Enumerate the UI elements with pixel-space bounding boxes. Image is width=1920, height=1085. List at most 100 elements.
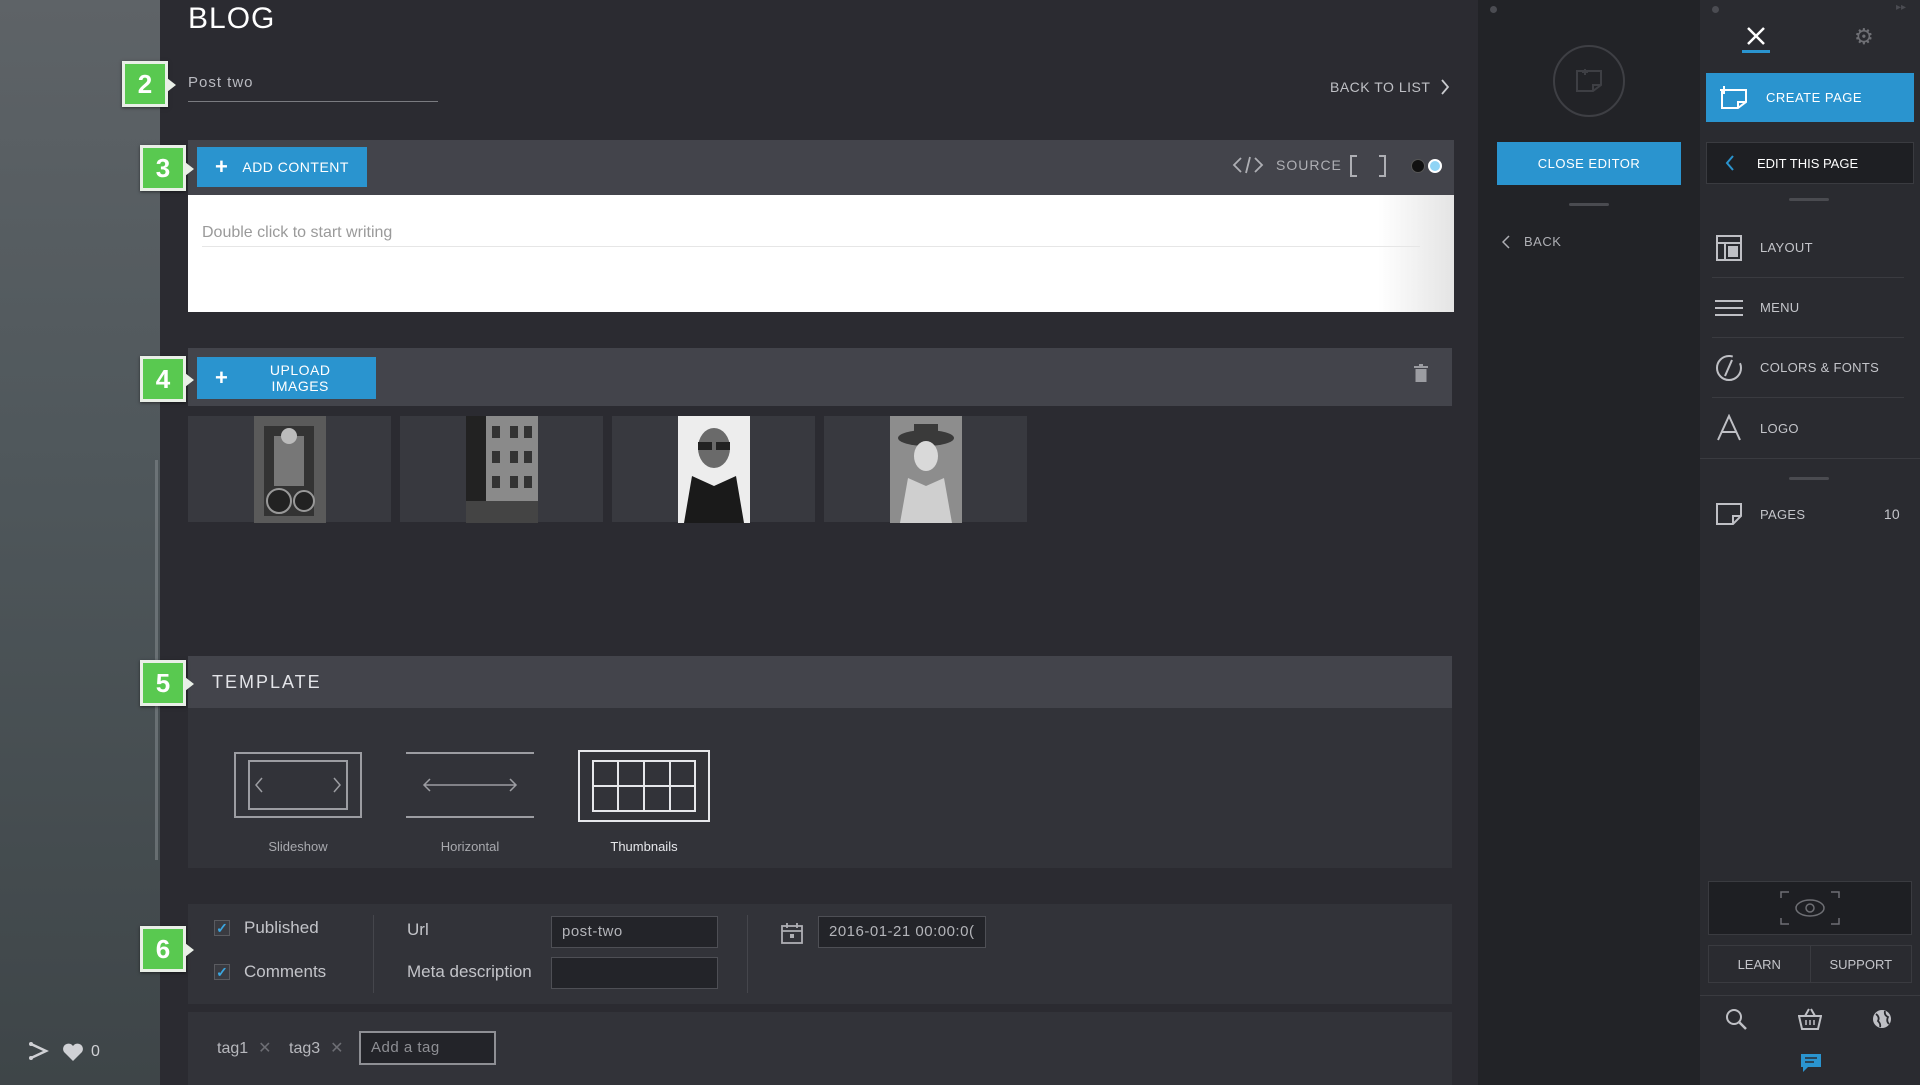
step-badge-5: 5: [140, 660, 194, 706]
gear-icon[interactable]: ⚙: [1854, 24, 1874, 50]
comments-checkbox[interactable]: ✓: [214, 964, 230, 980]
chevron-right-icon: [333, 777, 341, 793]
url-label: Url: [407, 920, 429, 939]
menu-item-colors-fonts[interactable]: COLORS & FONTS: [1712, 338, 1904, 398]
page-icon: [1553, 45, 1625, 117]
grid-icon: [592, 760, 696, 812]
url-input[interactable]: post-two: [551, 916, 718, 948]
chevron-left-icon: [1502, 234, 1510, 249]
published-label: Published: [244, 918, 319, 937]
layout-icon: [1714, 233, 1744, 263]
image-thumb[interactable]: [612, 415, 815, 523]
preview-button[interactable]: [1708, 881, 1912, 935]
divider: [1789, 477, 1829, 480]
building-photo: [465, 415, 538, 523]
remove-tag-icon[interactable]: ✕: [258, 1040, 271, 1057]
menu-item-pages[interactable]: PAGES 10: [1712, 484, 1904, 544]
calendar-icon[interactable]: [781, 922, 803, 949]
tag-chip[interactable]: tag3 ✕: [289, 1038, 344, 1058]
template-horizontal[interactable]: [404, 750, 536, 822]
pages-count: 10: [1883, 506, 1900, 522]
image-thumb[interactable]: [188, 415, 391, 523]
theme-toggle[interactable]: [1411, 159, 1442, 173]
learn-support-bar: LEARN SUPPORT: [1708, 945, 1912, 983]
learn-button[interactable]: LEARN: [1709, 946, 1811, 982]
divider: [1700, 995, 1920, 996]
pages-icon: [1714, 499, 1744, 529]
support-button[interactable]: SUPPORT: [1811, 946, 1912, 982]
image-thumb[interactable]: [824, 415, 1027, 523]
meta-description-input[interactable]: [551, 957, 718, 989]
post-title-input[interactable]: Post two: [188, 72, 438, 102]
editor-placeholder: Double click to start writing: [202, 217, 1420, 247]
plus-icon: +: [215, 365, 229, 390]
eye-icon: [1780, 891, 1840, 925]
step-badge-6: 6: [140, 926, 194, 972]
menu-item-logo[interactable]: LOGO: [1712, 398, 1904, 458]
chat-icon[interactable]: [1800, 1053, 1822, 1078]
published-checkbox[interactable]: ✓: [214, 920, 230, 936]
background-photo-strip: [0, 0, 160, 1085]
step-badge-2: 2: [122, 61, 176, 107]
back-to-list-label: BACK TO LIST: [1330, 79, 1431, 95]
template-header: [188, 656, 1452, 708]
template-slideshow[interactable]: [232, 750, 364, 822]
tag-chip[interactable]: tag1 ✕: [217, 1038, 272, 1058]
step-badge-3: 3: [140, 145, 194, 191]
dark-dot-icon: [1411, 159, 1425, 173]
palette-icon: [1714, 353, 1744, 383]
close-editor-button[interactable]: CLOSE EDITOR: [1497, 142, 1681, 185]
chevron-left-icon: [255, 777, 263, 793]
published-checkbox-row[interactable]: ✓ Published: [214, 918, 319, 938]
upload-images-button[interactable]: + UPLOAD IMAGES: [197, 357, 376, 399]
code-icon: [1232, 156, 1264, 174]
template-label-slideshow: Slideshow: [268, 839, 328, 854]
woman-hat-photo: [889, 415, 962, 523]
logo-a-icon: [1714, 413, 1744, 443]
double-arrow-icon: [422, 778, 518, 792]
divider: [373, 915, 374, 993]
chevron-left-icon: [1725, 155, 1734, 171]
menu-item-layout[interactable]: LAYOUT: [1712, 218, 1904, 278]
remove-tag-icon[interactable]: ✕: [330, 1040, 343, 1057]
heart-icon[interactable]: [62, 1042, 84, 1067]
comments-checkbox-row[interactable]: ✓ Comments: [214, 962, 326, 982]
fullscreen-icon[interactable]: [1350, 155, 1386, 182]
man-sunglasses-photo: [677, 415, 750, 523]
comments-label: Comments: [244, 962, 327, 981]
tools-icon[interactable]: [1742, 22, 1770, 50]
add-tag-input[interactable]: Add a tag: [359, 1031, 496, 1065]
edit-this-page-button[interactable]: EDIT THIS PAGE: [1706, 142, 1914, 184]
image-thumb[interactable]: [400, 415, 603, 523]
panel-dot-icon: [1712, 6, 1719, 13]
trash-icon[interactable]: [1414, 364, 1428, 387]
back-to-list-link[interactable]: BACK TO LIST: [1330, 78, 1450, 96]
content-editor[interactable]: Double click to start writing: [188, 195, 1454, 312]
panel-dot-icon: [1490, 6, 1497, 13]
create-page-button[interactable]: CREATE PAGE: [1706, 73, 1914, 122]
menu-item-menu[interactable]: MENU: [1712, 278, 1904, 338]
meta-description-label: Meta description: [407, 962, 532, 981]
share-icon[interactable]: [28, 1040, 50, 1067]
search-icon[interactable]: [1725, 1008, 1747, 1035]
source-toggle[interactable]: SOURCE: [1232, 155, 1342, 175]
back-link[interactable]: BACK: [1502, 234, 1561, 249]
add-content-button[interactable]: + ADD CONTENT: [197, 147, 367, 187]
divider: [1700, 458, 1920, 459]
images-toolbar: [188, 348, 1452, 406]
basket-icon[interactable]: [1797, 1008, 1823, 1035]
collapse-icon[interactable]: ▸▸: [1896, 2, 1906, 13]
menu-lines-icon: [1714, 293, 1744, 323]
globe-icon[interactable]: [1871, 1008, 1893, 1035]
template-thumbnails[interactable]: [578, 750, 710, 822]
like-count: 0: [91, 1043, 100, 1060]
step-badge-4: 4: [140, 356, 194, 402]
plus-icon: +: [215, 154, 229, 179]
page-title: BLOG: [188, 2, 276, 35]
light-dot-icon: [1428, 159, 1442, 173]
source-label: SOURCE: [1276, 157, 1342, 173]
template-label-horizontal: Horizontal: [440, 839, 500, 854]
divider: [1569, 203, 1609, 206]
date-input[interactable]: 2016-01-21 00:00:0(: [818, 916, 986, 948]
template-options: [188, 708, 1452, 868]
